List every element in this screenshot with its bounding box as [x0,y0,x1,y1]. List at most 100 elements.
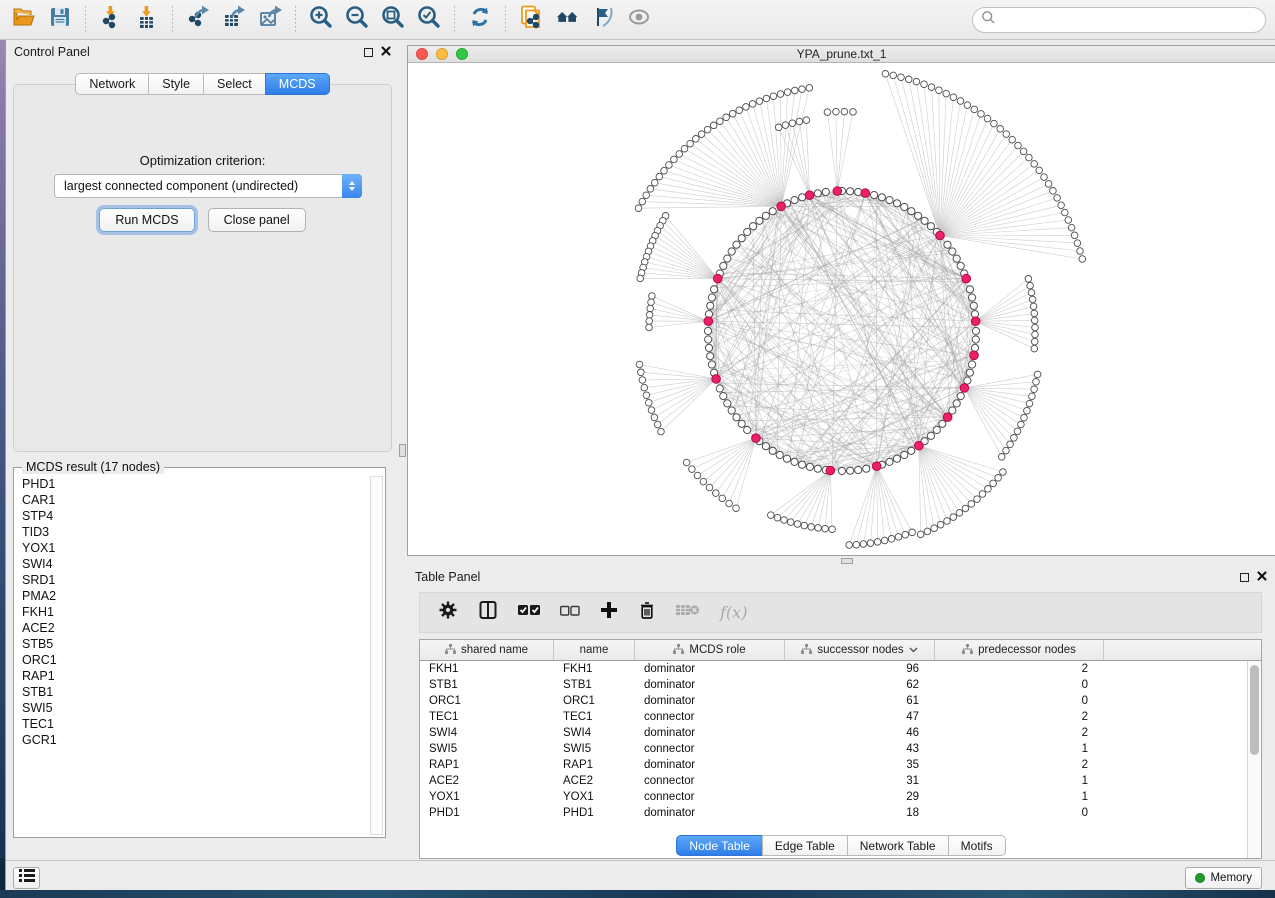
cell-MCDS-role[interactable]: connector [635,709,785,725]
cell-predecessor-nodes[interactable]: 1 [935,789,1104,805]
cell-predecessor-nodes[interactable]: 2 [935,757,1104,773]
deselect-all-button[interactable] [560,604,580,622]
tab-node-table[interactable]: Node Table [676,835,763,856]
mcds-result-item[interactable]: PMA2 [22,588,368,604]
export-image-button[interactable] [252,4,288,36]
cell-MCDS-role[interactable]: connector [635,741,785,757]
cell-name[interactable]: YOX1 [554,789,635,805]
column-header-predecessor-nodes[interactable]: predecessor nodes [935,640,1104,660]
cell-MCDS-role[interactable]: dominator [635,693,785,709]
search-box[interactable] [972,7,1266,33]
table-row[interactable]: PHD1PHD1dominator180 [420,805,1261,821]
zoom-selected-button[interactable] [411,4,447,36]
close-panel-button[interactable]: Close panel [208,208,306,232]
tab-style[interactable]: Style [148,73,204,95]
horizontal-splitter[interactable] [407,556,1275,565]
mcds-result-item[interactable]: STP4 [22,508,368,524]
cell-predecessor-nodes[interactable]: 0 [935,693,1104,709]
float-panel-icon[interactable] [1240,573,1249,582]
cell-name[interactable]: SWI4 [554,725,635,741]
cell-MCDS-role[interactable]: connector [635,773,785,789]
cell-shared-name[interactable]: SWI5 [420,741,554,757]
table-row[interactable]: ORC1ORC1dominator610 [420,693,1261,709]
cell-predecessor-nodes[interactable]: 0 [935,677,1104,693]
mcds-result-item[interactable]: CAR1 [22,492,368,508]
gear-button[interactable] [438,600,458,625]
open-file-button[interactable] [6,4,42,36]
cell-successor-nodes[interactable]: 35 [785,757,935,773]
scrollbar-thumb[interactable] [1250,665,1259,755]
table-row[interactable]: TEC1TEC1connector472 [420,709,1261,725]
cell-shared-name[interactable]: STB1 [420,677,554,693]
optimization-criterion-select[interactable]: largest connected component (undirected) [54,174,362,198]
select-all-check-button[interactable] [518,603,540,622]
mcds-result-scrollbar[interactable] [370,476,383,835]
cell-shared-name[interactable]: ACE2 [420,773,554,789]
cell-name[interactable]: ACE2 [554,773,635,789]
cell-successor-nodes[interactable]: 46 [785,725,935,741]
mcds-result-list[interactable]: PHD1CAR1STP4TID3YOX1SWI4SRD1PMA2FKH1ACE2… [16,476,368,835]
memory-button[interactable]: Memory [1185,867,1262,889]
mcds-result-item[interactable]: SWI5 [22,700,368,716]
column-header-name[interactable]: name [554,640,635,660]
table-row[interactable]: RAP1RAP1dominator352 [420,757,1261,773]
tab-network[interactable]: Network [75,73,149,95]
cell-predecessor-nodes[interactable]: 1 [935,773,1104,789]
mcds-result-item[interactable]: TEC1 [22,716,368,732]
cell-shared-name[interactable]: ORC1 [420,693,554,709]
network-canvas[interactable] [408,63,1275,555]
mcds-result-item[interactable]: SRD1 [22,572,368,588]
mcds-result-item[interactable]: PHD1 [22,476,368,492]
tab-edge-table[interactable]: Edge Table [762,835,848,856]
import-table-button[interactable] [129,4,165,36]
run-mcds-button[interactable]: Run MCDS [99,208,194,232]
cell-predecessor-nodes[interactable]: 2 [935,725,1104,741]
table-row[interactable]: SWI5SWI5connector431 [420,741,1261,757]
table-row[interactable]: STB1STB1dominator620 [420,677,1261,693]
zoom-in-button[interactable] [303,4,339,36]
cell-MCDS-role[interactable]: dominator [635,661,785,677]
cell-name[interactable]: FKH1 [554,661,635,677]
export-table-button[interactable] [216,4,252,36]
cell-predecessor-nodes[interactable]: 0 [935,805,1104,821]
save-session-button[interactable] [42,4,78,36]
table-row[interactable]: SWI4SWI4dominator462 [420,725,1261,741]
tab-select[interactable]: Select [203,73,266,95]
table-row[interactable]: YOX1YOX1connector291 [420,789,1261,805]
cell-successor-nodes[interactable]: 47 [785,709,935,725]
cell-shared-name[interactable]: PHD1 [420,805,554,821]
column-header-successor-nodes[interactable]: successor nodes [785,640,935,660]
column-header-MCDS-role[interactable]: MCDS role [635,640,785,660]
mcds-result-item[interactable]: SWI4 [22,556,368,572]
zoom-fit-button[interactable] [375,4,411,36]
splitter-grip[interactable] [399,444,406,457]
cell-shared-name[interactable]: RAP1 [420,757,554,773]
table-row[interactable]: FKH1FKH1dominator962 [420,661,1261,677]
cell-successor-nodes[interactable]: 31 [785,773,935,789]
cell-shared-name[interactable]: SWI4 [420,725,554,741]
cell-MCDS-role[interactable]: dominator [635,805,785,821]
cell-MCDS-role[interactable]: dominator [635,677,785,693]
show-panels-button[interactable] [13,867,40,889]
hide-selected-button[interactable] [585,4,621,36]
mcds-result-item[interactable]: FKH1 [22,604,368,620]
cell-MCDS-role[interactable]: dominator [635,725,785,741]
cell-successor-nodes[interactable]: 96 [785,661,935,677]
tab-motifs[interactable]: Motifs [948,835,1006,856]
cell-successor-nodes[interactable]: 61 [785,693,935,709]
cell-successor-nodes[interactable]: 18 [785,805,935,821]
cell-name[interactable]: TEC1 [554,709,635,725]
cell-successor-nodes[interactable]: 43 [785,741,935,757]
cell-successor-nodes[interactable]: 62 [785,677,935,693]
tab-network-table[interactable]: Network Table [847,835,949,856]
table-scrollbar[interactable] [1247,661,1261,858]
refresh-layout-button[interactable] [462,4,498,36]
share-document-button[interactable] [513,4,549,36]
tab-mcds[interactable]: MCDS [265,73,330,95]
cell-MCDS-role[interactable]: dominator [635,757,785,773]
column-header-shared-name[interactable]: shared name [420,640,554,660]
table-row[interactable]: ACE2ACE2connector311 [420,773,1261,789]
search-input[interactable] [996,13,1257,27]
close-panel-icon[interactable] [1257,568,1267,586]
import-network-button[interactable] [93,4,129,36]
